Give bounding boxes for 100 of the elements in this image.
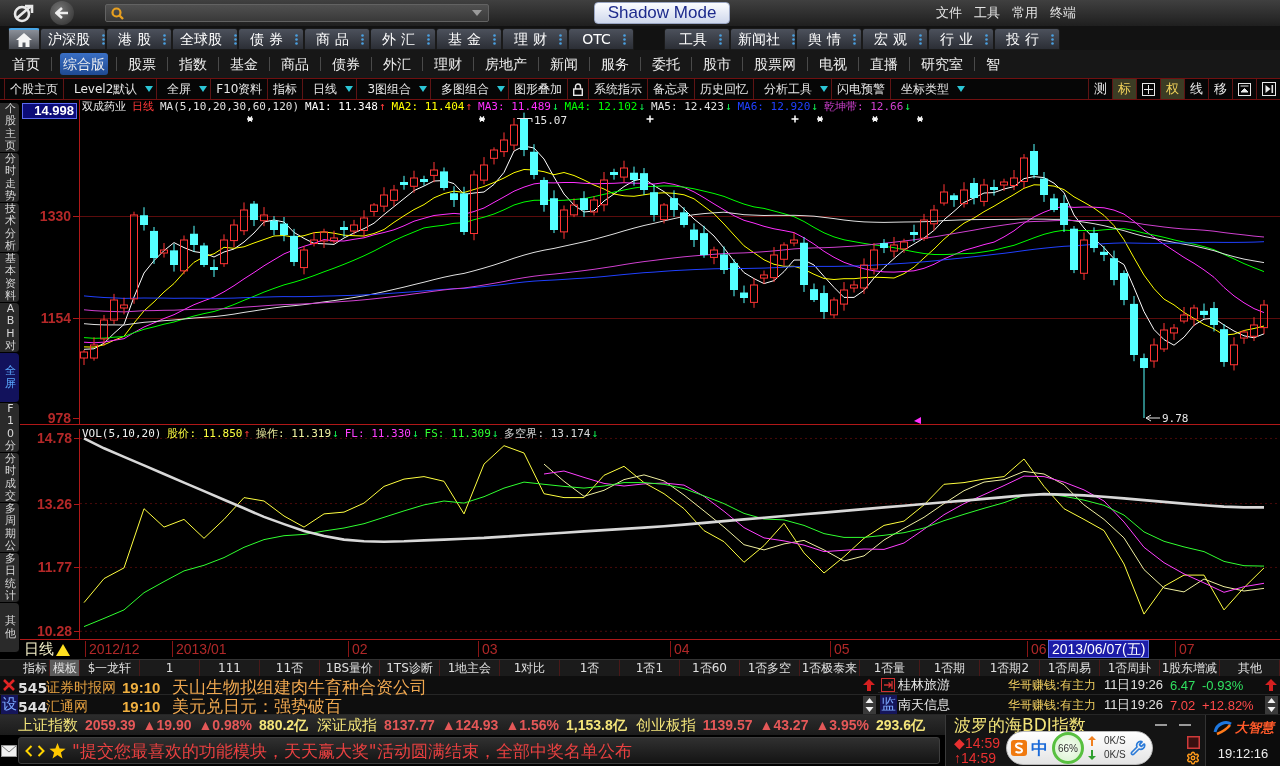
index-name[interactable]: 深证成指 — [317, 716, 378, 734]
toolbar-button[interactable]: 历史回忆 — [694, 79, 754, 99]
arrow-up-icon[interactable] — [1264, 678, 1278, 692]
ime-logo-icon[interactable] — [1011, 740, 1027, 756]
market-tab[interactable]: 宏 观 — [862, 28, 928, 50]
toolbar-button[interactable]: 坐标类型 — [890, 79, 969, 99]
menu-item[interactable]: 文件 — [936, 5, 962, 21]
toolbar-button[interactable]: 个股主页 — [4, 79, 63, 99]
index-change: ▲124.93 — [441, 716, 499, 734]
nav-tab[interactable]: 直播 — [867, 53, 901, 75]
settings-button[interactable]: 设 — [0, 695, 18, 714]
market-tab[interactable]: OTC — [568, 28, 634, 50]
nav-tab[interactable]: 基金 — [227, 53, 261, 75]
market-tab[interactable]: 外 汇 — [370, 28, 436, 50]
nav-tab[interactable]: 综合版 — [60, 53, 108, 75]
toolbar-button[interactable]: 备忘录 — [647, 79, 695, 99]
side-tab[interactable]: 分时成交 — [0, 453, 19, 503]
nav-tab[interactable]: 债券 — [329, 53, 363, 75]
index-name[interactable]: 创业板指 — [635, 716, 696, 734]
settings-icon[interactable] — [1186, 751, 1200, 765]
toolbar-button[interactable]: 指标 — [267, 79, 303, 99]
side-tab[interactable]: 其他 — [0, 603, 19, 653]
chevron-left-icon[interactable] — [25, 744, 33, 757]
market-tab[interactable]: 新闻社 — [730, 28, 796, 50]
side-tab[interactable]: 个股主页 — [0, 103, 19, 153]
side-tab[interactable]: 基本资料 — [0, 253, 19, 303]
toolbar-button[interactable]: F10资料 — [210, 79, 268, 99]
market-tab[interactable]: 港 股 — [106, 28, 172, 50]
nav-tab[interactable]: 房地产 — [482, 53, 530, 75]
chevron-right-icon[interactable] — [37, 744, 45, 757]
nav-tab[interactable]: 股票网 — [751, 53, 799, 75]
ime-mode[interactable]: 中 — [1031, 738, 1048, 758]
chart-tool-button[interactable]: 标 — [1112, 79, 1136, 99]
nav-tab[interactable]: 服务 — [598, 53, 632, 75]
market-tab[interactable]: 基 金 — [436, 28, 502, 50]
nav-tab[interactable]: 电视 — [816, 53, 850, 75]
market-tab[interactable]: 理 财 — [502, 28, 568, 50]
toolbar-button[interactable]: 图形叠加 — [508, 79, 568, 99]
market-tab[interactable]: 沪深股 — [40, 28, 106, 50]
exit-icon[interactable] — [881, 677, 895, 692]
chart-tool-button[interactable]: 线 — [1184, 79, 1208, 99]
market-tab[interactable]: 行 业 — [928, 28, 994, 50]
side-tab[interactable]: 多日统计 — [0, 553, 19, 603]
nav-tab[interactable]: 委托 — [649, 53, 683, 75]
toolbar-button[interactable]: 多图组合 — [430, 79, 509, 99]
news-headline[interactable]: 美元兑日元：强势破百 — [172, 695, 342, 718]
nav-tab[interactable]: 首页 — [9, 53, 43, 75]
stock-name[interactable]: 南天信息 — [898, 696, 950, 714]
market-tab[interactable]: 舆 情 — [796, 28, 862, 50]
envelope-icon[interactable] — [1, 744, 17, 757]
market-tab[interactable]: 商 品 — [304, 28, 370, 50]
scroll-arrows-icon[interactable] — [862, 695, 876, 714]
toolbar-button[interactable]: Level2默认 — [63, 79, 157, 99]
chart-tool-button[interactable]: 移 — [1208, 79, 1232, 99]
trend-arrow: ↓ — [591, 428, 599, 440]
close-icon[interactable] — [2, 678, 16, 692]
indicator-tab[interactable]: 模板 — [50, 660, 80, 676]
shadow-mode-button[interactable]: Shadow Mode — [594, 2, 730, 24]
chart-tool-button[interactable]: 权 — [1160, 79, 1184, 99]
toolbar-button[interactable]: 日线 — [302, 79, 357, 99]
nav-tab[interactable]: 指数 — [176, 53, 210, 75]
side-tab[interactable]: ABH对 — [0, 303, 19, 353]
toolbar-button[interactable]: 系统指示 — [588, 79, 648, 99]
monitor-button[interactable]: 监 — [879, 695, 897, 714]
menu-item[interactable]: 终端 — [1050, 5, 1076, 21]
side-tab[interactable]: 多周期公 — [0, 503, 19, 553]
stock-name[interactable]: 桂林旅游 — [898, 676, 950, 694]
nav-tab[interactable]: 新闻 — [547, 53, 581, 75]
toolbar-button[interactable]: 全屏 — [156, 79, 211, 99]
nav-tab[interactable]: 理财 — [431, 53, 465, 75]
toolbar-button[interactable]: 闪电预警 — [831, 79, 891, 99]
market-tab[interactable]: 投 行 — [994, 28, 1060, 50]
bdi-row-text: ↑14:59 — [954, 750, 997, 766]
menu-item[interactable]: 工具 — [974, 5, 1000, 21]
nav-tab[interactable]: 股票 — [125, 53, 159, 75]
nav-tab[interactable]: 外汇 — [380, 53, 414, 75]
market-tab[interactable]: 工具 — [664, 28, 730, 50]
toolbar-button[interactable]: 3图组合 — [356, 79, 431, 99]
wrench-icon[interactable] — [1129, 740, 1146, 756]
side-tab[interactable]: 技术分析 — [0, 203, 19, 253]
search-field[interactable] — [105, 4, 489, 22]
menu-item[interactable]: 常用 — [1012, 5, 1038, 21]
back-button[interactable] — [50, 1, 74, 25]
side-tab[interactable]: 分时走势 — [0, 153, 19, 203]
star-icon[interactable] — [49, 742, 66, 759]
square-icon[interactable] — [1186, 736, 1200, 749]
nav-tab[interactable]: 智 — [983, 53, 1003, 75]
home-tab[interactable] — [8, 28, 40, 50]
nav-tab[interactable]: 研究室 — [918, 53, 966, 75]
arrow-up-icon[interactable] — [862, 678, 876, 692]
toolbar-button[interactable]: 分析工具 — [753, 79, 832, 99]
index-name[interactable]: 上证指数 — [18, 716, 78, 734]
side-tab[interactable]: 全屏 — [0, 353, 19, 403]
side-tab[interactable]: F10分 — [0, 403, 19, 453]
market-tab[interactable]: 全球股 — [172, 28, 238, 50]
scroll-arrows-icon[interactable] — [1264, 695, 1278, 714]
ticker-message[interactable]: "提交您最喜欢的功能模块，天天赢大奖"活动圆满结束，全部中奖名单公布 — [72, 740, 632, 761]
nav-tab[interactable]: 股市 — [700, 53, 734, 75]
nav-tab[interactable]: 商品 — [278, 53, 312, 75]
market-tab[interactable]: 债 券 — [238, 28, 304, 50]
